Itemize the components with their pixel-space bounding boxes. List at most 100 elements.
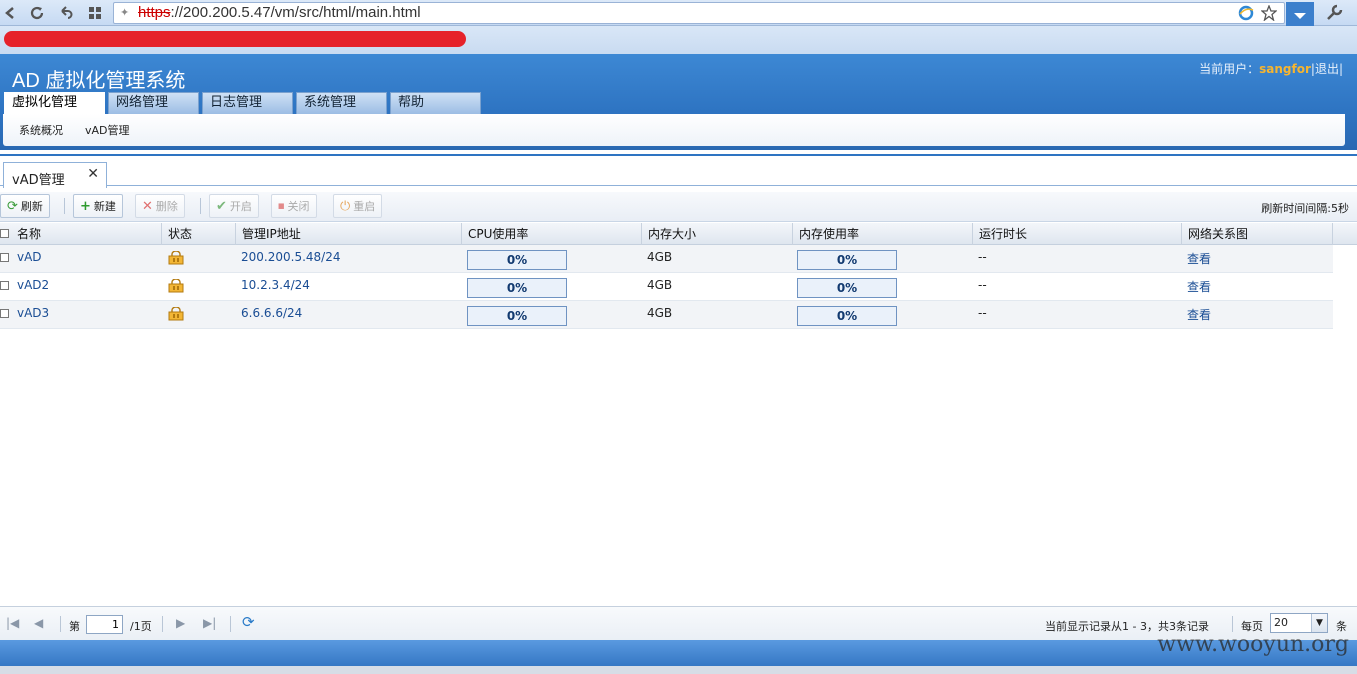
separator — [64, 198, 65, 214]
prev-page-icon[interactable]: ◀ — [34, 616, 43, 630]
cpu-usage-text: 0% — [506, 281, 528, 295]
start-button[interactable]: ✔ 开启 — [209, 194, 259, 218]
separator — [1232, 616, 1233, 632]
panel-tab-bar: vAD管理 ✕ — [0, 154, 1357, 188]
wrench-menu-icon[interactable] — [1323, 2, 1345, 24]
separator — [230, 616, 231, 632]
address-bar[interactable]: ✦ https://200.200.5.47/vm/src/html/main.… — [113, 2, 1285, 24]
refresh-interval-text: 刷新时间间隔:5秒 — [1261, 202, 1349, 215]
table-row[interactable]: vAD3 6.6.6.6/24 0% 4GB 0% -- 查看 — [0, 301, 1333, 329]
table-header: 名称 状态 管理IP地址 CPU使用率 内存大小 内存使用率 运行时长 网络关系… — [0, 223, 1357, 245]
vad-name-link[interactable]: vAD3 — [17, 306, 49, 320]
tab-log[interactable]: 日志管理 — [202, 92, 293, 114]
stop-label: 关闭 — [287, 200, 310, 213]
view-network-link[interactable]: 查看 — [1187, 278, 1211, 295]
column-ip[interactable]: 管理IP地址 — [236, 223, 462, 245]
refresh-button[interactable]: ⟳ 刷新 — [0, 194, 50, 218]
row-checkbox[interactable] — [0, 309, 9, 318]
vad-ip-link[interactable]: 6.6.6.6/24 — [241, 306, 302, 320]
tab-help[interactable]: 帮助 — [390, 92, 481, 114]
column-network-map[interactable]: 网络关系图 — [1182, 223, 1333, 245]
memory-size: 4GB — [647, 306, 673, 320]
cpu-usage-text: 0% — [506, 253, 528, 267]
stop-button[interactable]: ⏹ 关闭 — [271, 194, 317, 218]
user-info: 当前用户：sangfor|退出| — [1199, 60, 1343, 77]
column-memory[interactable]: 内存大小 — [642, 223, 793, 245]
memory-size: 4GB — [647, 250, 673, 264]
current-user-label: 当前用户： — [1199, 62, 1260, 76]
vad-ip-link[interactable]: 200.200.5.48/24 — [241, 250, 340, 264]
current-user-name: sangfor — [1259, 62, 1311, 76]
page-size-select[interactable]: 20 ▼ — [1270, 613, 1328, 633]
main-tabs: 虚拟化管理 网络管理 日志管理 系统管理 帮助 — [4, 92, 484, 114]
column-uptime[interactable]: 运行时长 — [973, 223, 1182, 245]
restart-label: 重启 — [353, 200, 376, 213]
column-memory-usage[interactable]: 内存使用率 — [793, 223, 973, 245]
cpu-usage-bar: 0% — [467, 306, 567, 326]
cpu-usage-text: 0% — [506, 309, 528, 323]
submenu-vad[interactable]: vAD管理 — [85, 122, 130, 138]
close-icon[interactable]: ✕ — [87, 166, 99, 182]
logout-link[interactable]: 退出 — [1315, 62, 1339, 76]
delete-button[interactable]: ✕ 删除 — [135, 194, 185, 218]
plus-icon: + — [80, 198, 91, 214]
separator — [162, 616, 163, 632]
cpu-usage-bar: 0% — [467, 250, 567, 270]
new-button[interactable]: + 新建 — [73, 194, 123, 218]
delete-x-icon: ✕ — [142, 198, 153, 214]
column-status[interactable]: 状态 — [162, 223, 236, 245]
reload-icon[interactable] — [26, 2, 48, 24]
separator — [200, 198, 201, 214]
tab-network[interactable]: 网络管理 — [108, 92, 199, 114]
page-size-value: 20 — [1274, 616, 1288, 629]
memory-usage-bar: 0% — [797, 278, 897, 298]
page-icon: ✦ — [120, 6, 130, 19]
uptime: -- — [978, 278, 987, 292]
memory-usage-text: 0% — [836, 281, 858, 295]
refresh-icon: ⟳ — [7, 198, 18, 214]
view-network-link[interactable]: 查看 — [1187, 306, 1211, 323]
panel-tab-vad[interactable]: vAD管理 ✕ — [3, 162, 107, 188]
power-icon: ⏻ — [340, 198, 351, 214]
url-text: https://200.200.5.47/vm/src/html/main.ht… — [138, 4, 421, 21]
separator — [60, 616, 61, 632]
app-title: AD 虚拟化管理系统 — [12, 70, 186, 92]
star-bookmark-icon[interactable] — [1258, 2, 1280, 24]
start-label: 开启 — [229, 200, 252, 213]
restart-button[interactable]: ⏻ 重启 — [333, 194, 383, 218]
vad-ip-link[interactable]: 10.2.3.4/24 — [241, 278, 310, 292]
select-all-checkbox[interactable] — [0, 229, 9, 238]
apps-grid-icon[interactable] — [84, 2, 106, 24]
undo-icon[interactable] — [55, 2, 77, 24]
ie-tab-icon[interactable] — [1235, 2, 1257, 24]
sub-menu: 系统概况 vAD管理 — [3, 114, 1345, 146]
browser-toolbar: ✦ https://200.200.5.47/vm/src/html/main.… — [0, 0, 1357, 32]
row-checkbox[interactable] — [0, 253, 9, 262]
vad-name-link[interactable]: vAD — [17, 250, 42, 264]
back-arrow-icon[interactable] — [0, 2, 22, 24]
column-name[interactable]: 名称 — [11, 223, 162, 245]
table-row[interactable]: vAD 200.200.5.48/24 0% 4GB 0% -- 查看 — [0, 245, 1333, 273]
next-page-icon[interactable]: ▶ — [176, 616, 185, 630]
uptime: -- — [978, 306, 987, 320]
table-row[interactable]: vAD2 10.2.3.4/24 0% 4GB 0% -- 查看 — [0, 273, 1333, 301]
row-checkbox[interactable] — [0, 281, 9, 290]
tab-system[interactable]: 系统管理 — [296, 92, 387, 114]
page-prefix: 第 — [69, 620, 80, 633]
submenu-overview[interactable]: 系统概况 — [19, 122, 63, 138]
last-page-icon[interactable]: ▶| — [203, 616, 216, 630]
vad-name-link[interactable]: vAD2 — [17, 278, 49, 292]
stop-icon: ⏹ — [278, 198, 285, 214]
tab-virtualization[interactable]: 虚拟化管理 — [4, 92, 105, 114]
refresh-label: 刷新 — [20, 200, 43, 213]
delete-label: 删除 — [155, 200, 178, 213]
column-cpu[interactable]: CPU使用率 — [462, 223, 642, 245]
page-total: /1页 — [130, 620, 152, 633]
view-network-link[interactable]: 查看 — [1187, 250, 1211, 267]
app-header: AD 虚拟化管理系统 当前用户：sangfor|退出| 虚拟化管理 网络管理 日… — [0, 54, 1357, 150]
reload-page-icon[interactable]: ⟳ — [242, 613, 255, 631]
separator: | — [1338, 62, 1343, 76]
page-number-input[interactable] — [86, 615, 123, 634]
first-page-icon[interactable]: |◀ — [6, 616, 19, 630]
lock-status-icon — [168, 307, 184, 321]
